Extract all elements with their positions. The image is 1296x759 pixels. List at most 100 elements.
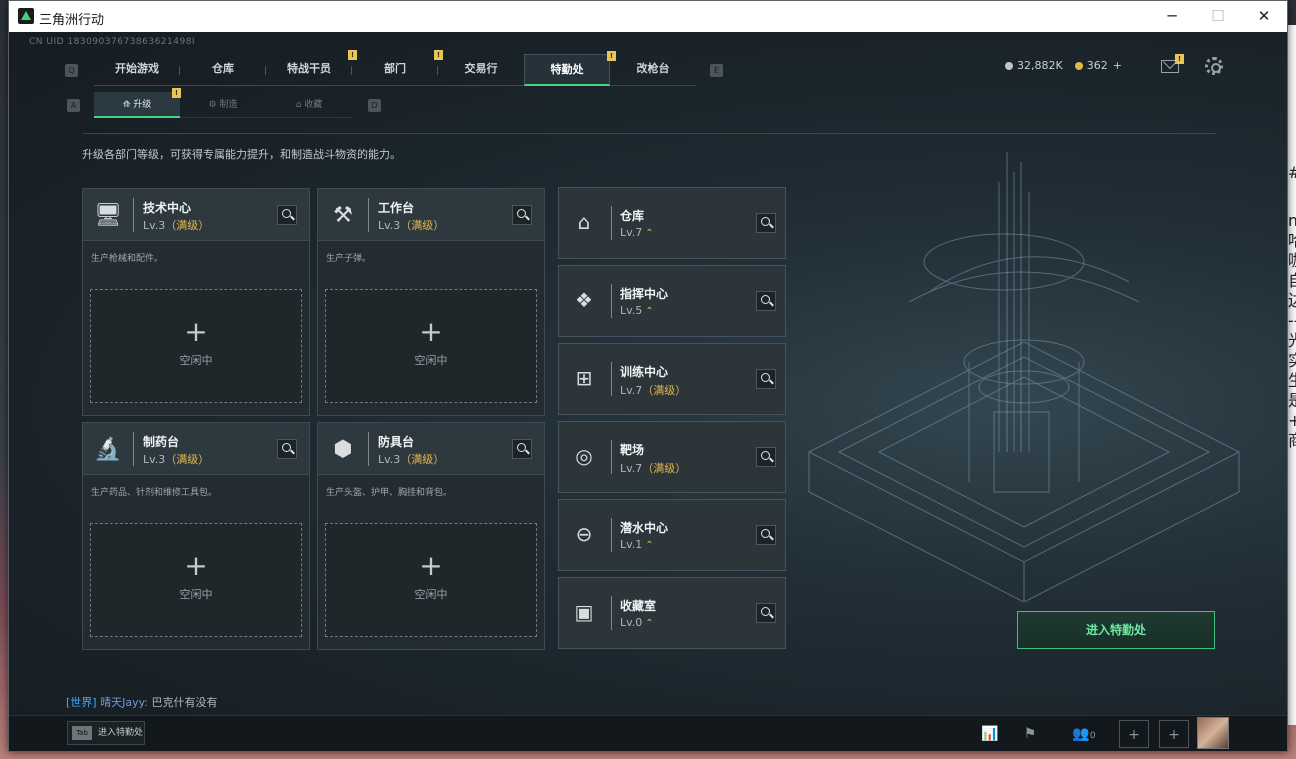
plus-icon: + (184, 549, 208, 582)
search-icon[interactable] (756, 369, 776, 389)
enter-special-ops-button[interactable]: 进入特勤处 (1017, 611, 1215, 649)
dive-center-icon: ⊖ (575, 522, 593, 546)
level-value: Lv.3 (143, 453, 166, 466)
facility-card[interactable]: ❖ 指挥中心 Lv.5 ⌃ (558, 265, 786, 337)
maximize-button[interactable]: ☐ (1195, 1, 1241, 32)
production-card[interactable]: ⚒ 工作台 Lv.3（满级） 生产子弹。 + 空闲中 (317, 188, 545, 416)
divider (611, 518, 612, 552)
sub-tab-2[interactable]: ⌂ 收藏 (266, 92, 352, 118)
production-card[interactable]: 🔬 制药台 Lv.3（满级） 生产药品、针剂和维修工具包。 + 空闲中 (82, 422, 310, 650)
search-icon[interactable] (277, 439, 297, 459)
max-level-tag: （满级） (165, 219, 210, 232)
invite-slot-2-button[interactable]: + (1159, 720, 1189, 748)
facility-level: Lv.3（满级） (143, 217, 209, 233)
facility-name: 工作台 (378, 201, 415, 215)
production-card[interactable]: ⬢ 防具台 Lv.3（满级） 生产头盔、护甲、胸挂和背包。 + 空闲中 (317, 422, 545, 650)
slot-status: 空闲中 (179, 354, 213, 367)
add-currency-button[interactable]: + (1113, 59, 1122, 72)
friends-button[interactable]: 👥0 (1067, 720, 1101, 748)
divider (611, 284, 612, 318)
avatar[interactable] (1197, 717, 1229, 749)
main-tab-2[interactable]: 特战干员! (266, 50, 357, 86)
facility-name: 仓库 (620, 209, 645, 223)
facility-name: 技术中心 (143, 201, 192, 215)
main-tab-5[interactable]: 特勤处! (524, 51, 616, 86)
card-header: 🔬 制药台 Lv.3（满级） (83, 423, 309, 475)
search-icon[interactable] (756, 525, 776, 545)
silver-coin-icon (1005, 61, 1013, 70)
facility-description: 生产子弹。 (326, 254, 372, 264)
bg-window-char: 是 (1288, 391, 1296, 411)
close-button[interactable]: ✕ (1241, 1, 1287, 32)
title-bar: 三角洲行动 ─ ☐ ✕ (9, 1, 1287, 32)
facility-card[interactable]: ⌂ 仓库 Lv.7 ⌃ (558, 187, 786, 259)
main-tab-label: 改枪台 (636, 62, 670, 75)
search-icon[interactable] (756, 213, 776, 233)
upgrade-icon: ⟰ (122, 100, 134, 110)
divider (368, 432, 369, 466)
search-icon[interactable] (512, 439, 532, 459)
facility-name: 收藏室 (620, 599, 657, 613)
facility-description: 生产枪械和配件。 (91, 254, 164, 264)
facility-name: 制药台 (143, 435, 180, 449)
stats-icon[interactable]: 📊 (975, 720, 1005, 748)
production-slot[interactable]: + 空闲中 (90, 523, 302, 637)
bg-window-char: 咖 (1288, 251, 1296, 271)
collection-room-icon: ▣ (574, 600, 594, 624)
level-value: Lv.3 (378, 219, 401, 232)
main-tab-6[interactable]: 改枪台 (610, 54, 696, 86)
armor-bench-icon: ⬢ (333, 436, 353, 462)
sub-tab-0[interactable]: ⟰ 升级! (94, 88, 181, 118)
search-icon[interactable] (756, 447, 776, 467)
facility-level: Lv.3（满级） (143, 451, 209, 467)
coin2-amount: 362 (1086, 59, 1108, 72)
production-slot[interactable]: + 空闲中 (90, 289, 302, 403)
key-hint-a: A (67, 98, 80, 112)
facility-card[interactable]: ▣ 收藏室 Lv.0 ⌃ (558, 577, 786, 649)
facility-level: Lv.7 ⌃ (620, 226, 654, 239)
main-tab-3[interactable]: 部门! (352, 50, 443, 86)
facility-name: 指挥中心 (620, 287, 669, 301)
chat-line: [世界] 晴天Jayy: 巴克什有没有 (66, 694, 218, 710)
flag-icon[interactable]: ⚑ (1015, 720, 1045, 748)
facility-name: 潜水中心 (620, 521, 669, 535)
divider (133, 198, 134, 232)
sub-tab-label: 制造 (219, 100, 238, 110)
facility-card[interactable]: ⊖ 潜水中心 Lv.1 ⌃ (558, 499, 786, 571)
game-viewport: CN UID 18309037673863621498I Q 开始游戏 仓库 特战干… (9, 32, 1287, 751)
max-level-tag: （满级） (642, 462, 687, 475)
gear-icon[interactable] (1205, 57, 1223, 75)
invite-slot-1-button[interactable]: + (1119, 720, 1149, 748)
chat-channel: [世界] (66, 696, 97, 709)
command-center-icon: ❖ (575, 288, 593, 312)
main-tab-4[interactable]: 交易行 (438, 54, 524, 86)
chat-user[interactable]: 晴天Jayy: (100, 696, 148, 709)
production-slot[interactable]: + 空闲中 (325, 523, 537, 637)
warehouse-icon: ⌂ (577, 210, 591, 234)
sub-tab-1[interactable]: ⚙ 制造 (180, 92, 266, 118)
window-title: 三角洲行动 (39, 13, 105, 28)
bg-window-char: 哈 (1288, 231, 1296, 251)
card-header: ⚒ 工作台 Lv.3（满级） (318, 189, 544, 241)
production-slot[interactable]: + 空闲中 (325, 289, 537, 403)
main-nav: Q 开始游戏 仓库 特战干员! 部门! 交易行 特勤处! 改枪台 E (65, 50, 723, 86)
gold-coin-icon (1074, 61, 1083, 70)
tab-enter-hint[interactable]: Tab 进入特勤处 (67, 721, 145, 745)
facility-level: Lv.3（满级） (378, 451, 444, 467)
training-center-icon: ⊞ (575, 366, 593, 390)
search-icon[interactable] (756, 603, 776, 623)
minimize-button[interactable]: ─ (1149, 1, 1195, 32)
search-icon[interactable] (512, 205, 532, 225)
facility-card[interactable]: ◎ 靶场 Lv.7（满级） (558, 421, 786, 493)
production-card[interactable]: 🖥 技术中心 Lv.3（满级） 生产枪械和配件。 + 空闲中 (82, 188, 310, 416)
search-icon[interactable] (756, 291, 776, 311)
uid-label: CN UID 18309037673863621498I (29, 37, 196, 47)
slot-status: 空闲中 (179, 588, 213, 601)
divider (83, 133, 1217, 134)
search-icon[interactable] (277, 205, 297, 225)
main-tab-1[interactable]: 仓库 (180, 54, 266, 86)
main-tab-0[interactable]: 开始游戏 (94, 54, 180, 86)
slot-status: 空闲中 (414, 354, 448, 367)
facility-level: Lv.7（满级） (620, 460, 686, 476)
facility-card[interactable]: ⊞ 训练中心 Lv.7（满级） (558, 343, 786, 415)
